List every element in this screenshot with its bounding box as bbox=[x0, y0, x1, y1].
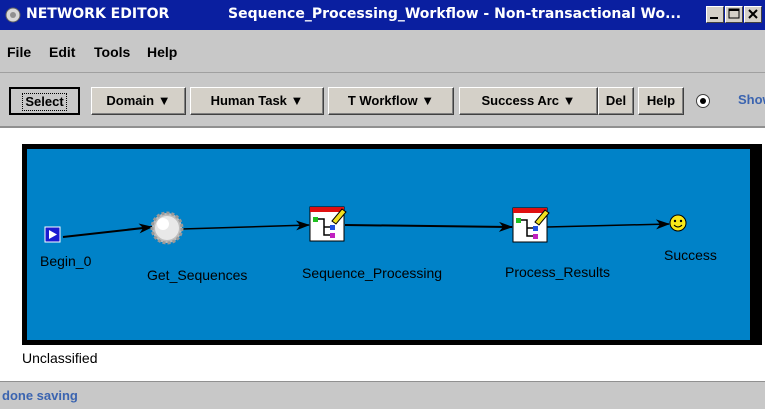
document-title: Sequence_Processing_Workflow - Non-trans… bbox=[228, 6, 682, 22]
node-label-get-sequences: Get_Sequences bbox=[147, 267, 248, 283]
toolbar: Select Domain ▼ Human Task ▼ T Workflow … bbox=[0, 72, 765, 134]
success-arc-dropdown-button[interactable]: Success Arc ▼ bbox=[459, 87, 598, 115]
help-button[interactable]: Help bbox=[638, 87, 684, 115]
close-icon bbox=[748, 9, 758, 19]
maximize-icon bbox=[728, 8, 740, 19]
start-flag-icon[interactable] bbox=[44, 226, 61, 243]
arc-seqproc-to-procres[interactable] bbox=[344, 221, 513, 232]
delete-button[interactable]: Del bbox=[598, 87, 634, 115]
subworkflow-icon[interactable] bbox=[512, 207, 550, 243]
arc-get-to-seqproc[interactable] bbox=[181, 220, 310, 231]
human-task-dropdown-button[interactable]: Human Task ▼ bbox=[190, 87, 324, 115]
arc-begin-to-get[interactable] bbox=[62, 223, 153, 238]
menu-bar: File Edit Tools Help bbox=[0, 30, 765, 72]
menu-file[interactable]: File bbox=[7, 44, 31, 60]
close-button[interactable] bbox=[744, 6, 762, 23]
workflow-canvas[interactable]: Begin_0 Get_Sequences Sequence_Processin… bbox=[27, 149, 750, 340]
show-radio-button[interactable] bbox=[696, 94, 710, 108]
t-workflow-dropdown-button[interactable]: T Workflow ▼ bbox=[328, 87, 454, 115]
domain-dropdown-button[interactable]: Domain ▼ bbox=[91, 87, 186, 115]
editor-area: Begin_0 Get_Sequences Sequence_Processin… bbox=[0, 128, 765, 381]
status-text: done saving bbox=[2, 388, 78, 403]
smiley-icon[interactable] bbox=[669, 214, 687, 232]
app-icon bbox=[5, 7, 21, 23]
gear-sphere-icon[interactable] bbox=[150, 211, 184, 245]
select-button-label: Select bbox=[22, 93, 67, 111]
app-title: NETWORK EDITOR bbox=[26, 6, 170, 22]
title-bar[interactable]: NETWORK EDITOR Sequence_Processing_Workf… bbox=[0, 0, 765, 30]
menu-tools[interactable]: Tools bbox=[94, 44, 130, 60]
node-label-sequence-processing: Sequence_Processing bbox=[302, 265, 443, 281]
subworkflow-icon[interactable] bbox=[309, 206, 347, 242]
select-button[interactable]: Select bbox=[9, 87, 80, 115]
show-label[interactable]: Show bbox=[738, 92, 765, 107]
node-label-process-results: Process_Results bbox=[505, 264, 611, 280]
arc-procres-to-success[interactable] bbox=[546, 219, 670, 230]
category-label: Unclassified bbox=[22, 350, 98, 366]
menu-help[interactable]: Help bbox=[147, 44, 177, 60]
maximize-button[interactable] bbox=[725, 6, 743, 23]
minimize-icon bbox=[710, 17, 718, 19]
menu-edit[interactable]: Edit bbox=[49, 44, 75, 60]
workflow-diagram bbox=[44, 206, 687, 245]
workflow-canvas-border: Begin_0 Get_Sequences Sequence_Processin… bbox=[22, 144, 762, 345]
status-bar: done saving bbox=[0, 381, 765, 409]
node-label-success: Success bbox=[664, 247, 717, 263]
node-label-begin: Begin_0 bbox=[40, 253, 92, 269]
minimize-button[interactable] bbox=[706, 6, 724, 23]
